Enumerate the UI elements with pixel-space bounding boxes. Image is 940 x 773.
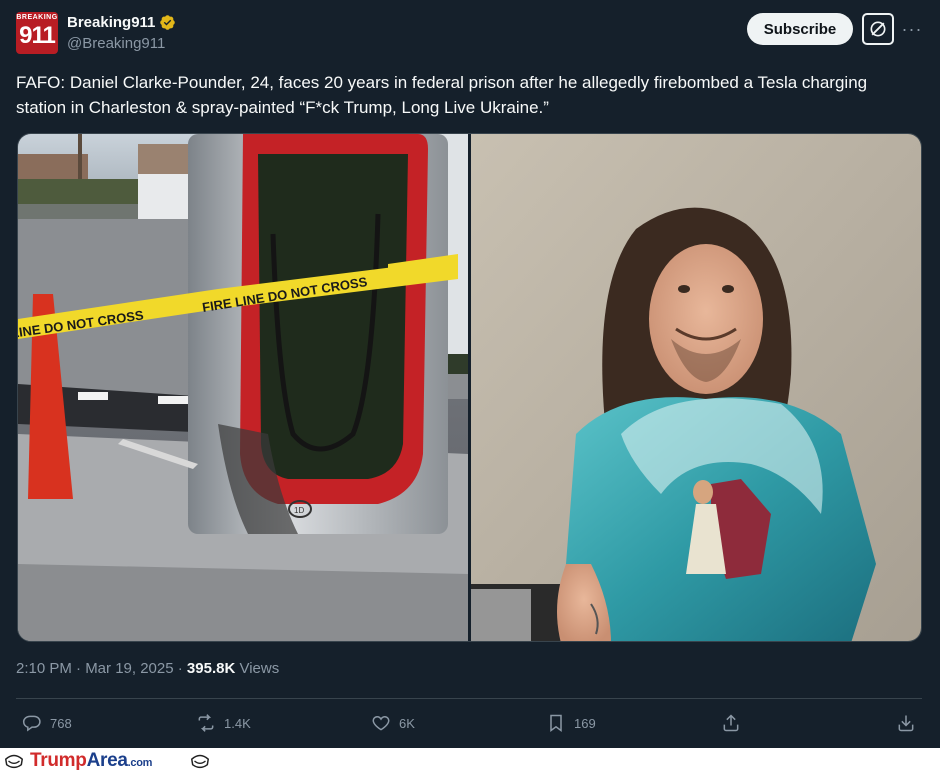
verified-badge-icon — [160, 15, 176, 30]
suspect-photo-graphic — [471, 134, 921, 641]
views-label: Views — [235, 660, 280, 677]
helmet-icon — [190, 754, 210, 769]
reply-button[interactable]: 768 — [22, 706, 72, 740]
like-button[interactable]: 6K — [371, 706, 415, 740]
watermark-text: TrumpArea.com — [30, 750, 152, 772]
display-name-row[interactable]: Breaking911 — [67, 14, 176, 31]
more-icon[interactable]: ··· — [900, 14, 924, 44]
tweet-time[interactable]: 2:10 PM · Mar 19, 2025 · — [16, 660, 187, 677]
like-icon — [372, 715, 390, 731]
views-count: 395.8K — [186, 660, 236, 677]
reply-count: 768 — [50, 715, 72, 731]
watermark-area: Area — [86, 750, 128, 771]
tweet-media[interactable]: 1D FIRE LINE DO NOT CROSS FIRE LINE DO N… — [17, 133, 922, 642]
grok-button[interactable] — [862, 13, 894, 45]
like-count: 6K — [399, 715, 415, 731]
action-bar: 768 1.4K 6K 169 — [0, 706, 940, 740]
share-icon — [723, 714, 739, 732]
download-icon — [898, 715, 914, 732]
tweet-timestamp[interactable]: 2:10 PM · Mar 19, 2025 · 395.8K Views — [16, 660, 279, 677]
grok-icon — [870, 21, 886, 37]
repost-icon — [198, 714, 214, 732]
bookmark-button[interactable]: 169 — [546, 706, 596, 740]
repost-button[interactable]: 1.4K — [196, 706, 251, 740]
site-watermark: TrumpArea.com — [0, 748, 940, 773]
bookmark-count: 169 — [574, 715, 596, 731]
reply-icon — [22, 715, 41, 732]
avatar-number: 911 — [19, 22, 56, 49]
share-button[interactable] — [721, 706, 741, 740]
tweet-text: FAFO: Daniel Clarke-Pounder, 24, faces 2… — [16, 73, 868, 117]
helmet-icon — [4, 754, 24, 769]
stall-label: 1D — [294, 506, 304, 515]
download-button[interactable] — [896, 706, 916, 740]
charger-photo-graphic: 1D FIRE LINE DO NOT CROSS FIRE LINE DO N… — [18, 134, 468, 641]
avatar-label: BREAKING — [16, 14, 58, 21]
charger-photo[interactable]: 1D FIRE LINE DO NOT CROSS FIRE LINE DO N… — [18, 134, 468, 641]
tweet: BREAKING 911 Breaking911 @Breaking911 Su… — [0, 0, 940, 748]
handle[interactable]: @Breaking911 — [67, 35, 165, 52]
avatar[interactable]: BREAKING 911 — [16, 12, 58, 54]
subscribe-button[interactable]: Subscribe — [747, 13, 853, 45]
divider — [16, 698, 922, 699]
watermark-trump: Trump — [30, 750, 87, 771]
repost-count: 1.4K — [224, 715, 251, 731]
suspect-photo[interactable] — [471, 134, 921, 641]
display-name[interactable]: Breaking911 — [67, 14, 155, 31]
watermark-com: .com — [127, 757, 153, 769]
bookmark-icon — [550, 714, 562, 732]
